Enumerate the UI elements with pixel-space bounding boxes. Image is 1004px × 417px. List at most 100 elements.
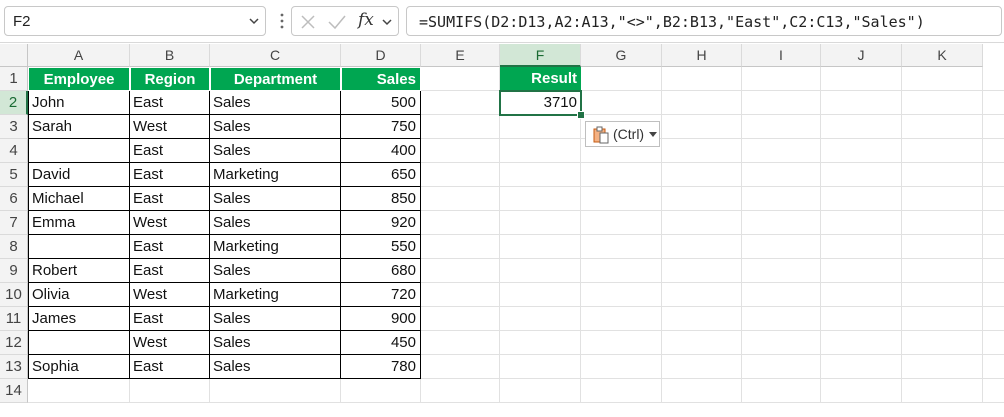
table-cell[interactable]: 550 [341, 235, 421, 259]
table-cell[interactable] [28, 235, 130, 259]
column-header-k[interactable]: K [902, 44, 983, 67]
row-header-7[interactable]: 7 [0, 211, 28, 235]
table-cell[interactable]: John [28, 91, 130, 115]
row-header-2[interactable]: 2 [0, 91, 28, 115]
result-header-cell[interactable]: Result [500, 67, 581, 91]
row-header-13[interactable]: 13 [0, 355, 28, 379]
table-cell[interactable]: 920 [341, 211, 421, 235]
table-cell[interactable]: Sarah [28, 115, 130, 139]
gridline [499, 67, 500, 403]
table-cell[interactable]: West [130, 211, 210, 235]
table-cell[interactable]: East [130, 187, 210, 211]
active-cell-selection [499, 90, 582, 116]
table-cell[interactable]: 500 [341, 91, 421, 115]
row-header-5[interactable]: 5 [0, 163, 28, 187]
table-cell[interactable]: East [130, 259, 210, 283]
name-box[interactable]: F2 [4, 6, 266, 36]
table-cell[interactable]: 450 [341, 331, 421, 355]
table-cell[interactable]: Sales [210, 91, 341, 115]
more-options-icon[interactable] [280, 12, 284, 30]
table-cell[interactable]: West [130, 283, 210, 307]
table-cell[interactable]: James [28, 307, 130, 331]
table-cell[interactable]: David [28, 163, 130, 187]
table-cell[interactable]: Robert [28, 259, 130, 283]
select-all-corner[interactable] [0, 44, 28, 67]
row-header-4[interactable]: 4 [0, 139, 28, 163]
table-cell[interactable]: Sophia [28, 355, 130, 379]
table-cell[interactable]: East [130, 163, 210, 187]
formula-bar: F2 fx =SUMIFS(D2:D13,A2:A13,"<>",B2:B13,… [0, 0, 1004, 43]
table-cell[interactable]: Sales [210, 355, 341, 379]
table-cell[interactable]: East [130, 139, 210, 163]
column-header-h[interactable]: H [662, 44, 742, 67]
row-header-10[interactable]: 10 [0, 283, 28, 307]
gridline [820, 67, 821, 403]
column-header-b[interactable]: B [130, 44, 210, 67]
formula-actions: fx [291, 6, 399, 36]
column-header-j[interactable]: J [821, 44, 902, 67]
table-cell[interactable]: Sales [210, 307, 341, 331]
table-cell[interactable]: Marketing [210, 283, 341, 307]
table-cell[interactable] [28, 331, 130, 355]
row-header-8[interactable]: 8 [0, 235, 28, 259]
table-cell[interactable]: Michael [28, 187, 130, 211]
column-header-a[interactable]: A [28, 44, 130, 67]
table-cell[interactable]: 400 [341, 139, 421, 163]
chevron-down-icon[interactable] [380, 15, 394, 29]
table-cell[interactable]: Sales [210, 187, 341, 211]
table-cell[interactable]: Marketing [210, 235, 341, 259]
table-cell[interactable]: Sales [210, 259, 341, 283]
gridline [741, 67, 742, 403]
table-cell[interactable]: West [130, 115, 210, 139]
column-header-g[interactable]: G [581, 44, 662, 67]
table-cell[interactable]: Sales [210, 115, 341, 139]
row-header-11[interactable]: 11 [0, 307, 28, 331]
table-cell[interactable]: 680 [341, 259, 421, 283]
chevron-down-icon [649, 132, 657, 137]
table-cell[interactable]: Sales [210, 139, 341, 163]
row-header-9[interactable]: 9 [0, 259, 28, 283]
table-cell[interactable]: Olivia [28, 283, 130, 307]
table-cell[interactable]: 780 [341, 355, 421, 379]
table-cell[interactable]: Emma [28, 211, 130, 235]
paste-options-label: (Ctrl) [613, 126, 645, 142]
table-cell[interactable] [28, 139, 130, 163]
table-cell[interactable]: Sales [210, 211, 341, 235]
paste-options-button[interactable]: (Ctrl) [585, 121, 660, 147]
cancel-icon[interactable] [299, 13, 317, 31]
table-cell[interactable]: East [130, 307, 210, 331]
table-cell[interactable]: 650 [341, 163, 421, 187]
formula-input[interactable]: =SUMIFS(D2:D13,A2:A13,"<>",B2:B13,"East"… [406, 6, 1002, 36]
table-cell[interactable]: 720 [341, 283, 421, 307]
table-cell[interactable]: East [130, 235, 210, 259]
fill-handle[interactable] [577, 111, 585, 119]
table-cell[interactable]: West [130, 331, 210, 355]
table-cell[interactable]: 850 [341, 187, 421, 211]
row-header-1[interactable]: 1 [0, 67, 28, 91]
chevron-down-icon[interactable] [247, 14, 261, 28]
table-cell[interactable]: Sales [210, 331, 341, 355]
table-cell[interactable]: 900 [341, 307, 421, 331]
column-header-f[interactable]: F [500, 44, 581, 67]
formula-text: =SUMIFS(D2:D13,A2:A13,"<>",B2:B13,"East"… [419, 13, 925, 31]
table-cell[interactable]: Marketing [210, 163, 341, 187]
table-header-cell[interactable]: Region [130, 67, 210, 91]
row-header-14[interactable]: 14 [0, 379, 28, 403]
gridline [28, 402, 1004, 403]
table-cell[interactable]: East [130, 91, 210, 115]
column-header-e[interactable]: E [421, 44, 500, 67]
table-cell[interactable]: 750 [341, 115, 421, 139]
column-header-i[interactable]: I [742, 44, 821, 67]
row-header-3[interactable]: 3 [0, 115, 28, 139]
row-header-6[interactable]: 6 [0, 187, 28, 211]
column-header-c[interactable]: C [210, 44, 341, 67]
table-header-cell[interactable]: Sales [341, 67, 421, 91]
table-header-cell[interactable]: Department [210, 67, 341, 91]
clipboard-icon [593, 126, 609, 144]
row-header-12[interactable]: 12 [0, 331, 28, 355]
enter-check-icon[interactable] [327, 13, 347, 31]
table-header-cell[interactable]: Employee [28, 67, 130, 91]
insert-function-icon[interactable]: fx [358, 10, 374, 30]
table-cell[interactable]: East [130, 355, 210, 379]
column-header-d[interactable]: D [341, 44, 421, 67]
